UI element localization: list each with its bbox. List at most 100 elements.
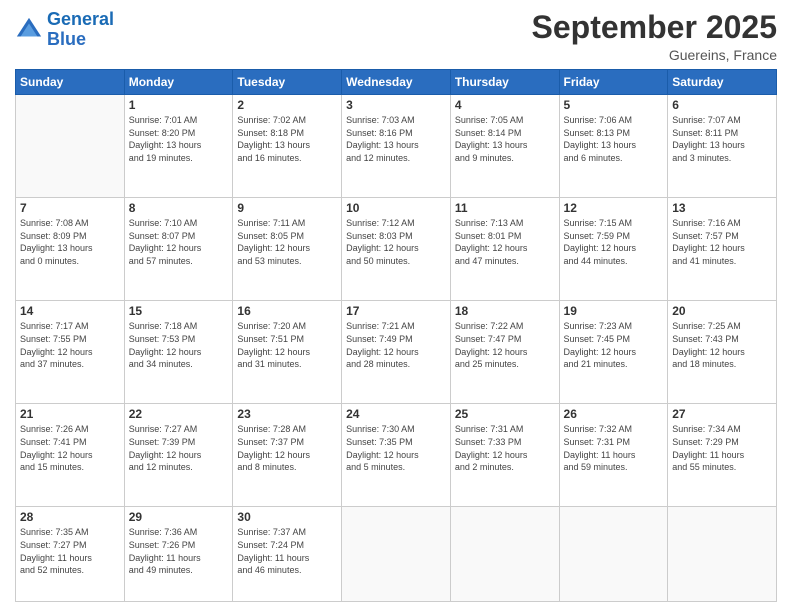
calendar-table: SundayMondayTuesdayWednesdayThursdayFrid… bbox=[15, 69, 777, 602]
day-number: 25 bbox=[455, 407, 555, 421]
page: General Blue September 2025 Guereins, Fr… bbox=[0, 0, 792, 612]
day-cell: 8Sunrise: 7:10 AM Sunset: 8:07 PM Daylig… bbox=[124, 198, 233, 301]
header: General Blue September 2025 Guereins, Fr… bbox=[15, 10, 777, 63]
day-info: Sunrise: 7:11 AM Sunset: 8:05 PM Dayligh… bbox=[237, 217, 337, 267]
day-number: 19 bbox=[564, 304, 664, 318]
day-info: Sunrise: 7:05 AM Sunset: 8:14 PM Dayligh… bbox=[455, 114, 555, 164]
day-info: Sunrise: 7:03 AM Sunset: 8:16 PM Dayligh… bbox=[346, 114, 446, 164]
day-number: 17 bbox=[346, 304, 446, 318]
day-cell: 6 Sunrise: 7:07 AM Sunset: 8:11 PM Daylig… bbox=[668, 95, 777, 198]
day-number: 18 bbox=[455, 304, 555, 318]
day-cell bbox=[668, 507, 777, 602]
day-cell: 23 Sunrise: 7:28 AM Sunset: 7:37 PM Dayli… bbox=[233, 404, 342, 507]
day-info: Sunrise: 7:25 AM Sunset: 7:43 PM Dayligh… bbox=[672, 320, 772, 370]
day-info: Sunrise: 7:17 AM Sunset: 7:55 PM Dayligh… bbox=[20, 320, 120, 370]
title-block: September 2025 Guereins, France bbox=[532, 10, 777, 63]
day-number: 4 bbox=[455, 98, 555, 112]
day-info: Sunrise: 7:23 AM Sunset: 7:45 PM Dayligh… bbox=[564, 320, 664, 370]
day-number: 22 bbox=[129, 407, 229, 421]
day-number: 20 bbox=[672, 304, 772, 318]
day-number: 10 bbox=[346, 201, 446, 215]
day-info: Sunrise: 7:20 AM Sunset: 7:51 PM Dayligh… bbox=[237, 320, 337, 370]
logo-line2: Blue bbox=[47, 29, 86, 49]
day-info: Sunrise: 7:12 AM Sunset: 8:03 PM Dayligh… bbox=[346, 217, 446, 267]
week-row-1: 7Sunrise: 7:08 AM Sunset: 8:09 PM Daylig… bbox=[16, 198, 777, 301]
day-cell bbox=[16, 95, 125, 198]
day-number: 23 bbox=[237, 407, 337, 421]
day-cell: 21 Sunrise: 7:26 AM Sunset: 7:41 PM Dayli… bbox=[16, 404, 125, 507]
col-header-friday: Friday bbox=[559, 70, 668, 95]
day-cell: 26 Sunrise: 7:32 AM Sunset: 7:31 PM Dayli… bbox=[559, 404, 668, 507]
col-header-wednesday: Wednesday bbox=[342, 70, 451, 95]
day-number: 11 bbox=[455, 201, 555, 215]
day-number: 30 bbox=[237, 510, 337, 524]
day-cell: 25 Sunrise: 7:31 AM Sunset: 7:33 PM Dayli… bbox=[450, 404, 559, 507]
day-cell: 30 Sunrise: 7:37 AM Sunset: 7:24 PM Dayli… bbox=[233, 507, 342, 602]
day-cell: 7Sunrise: 7:08 AM Sunset: 8:09 PM Daylig… bbox=[16, 198, 125, 301]
col-header-saturday: Saturday bbox=[668, 70, 777, 95]
day-info: Sunrise: 7:01 AM Sunset: 8:20 PM Dayligh… bbox=[129, 114, 229, 164]
week-row-4: 28 Sunrise: 7:35 AM Sunset: 7:27 PM Dayli… bbox=[16, 507, 777, 602]
day-info: Sunrise: 7:22 AM Sunset: 7:47 PM Dayligh… bbox=[455, 320, 555, 370]
day-info: Sunrise: 7:15 AM Sunset: 7:59 PM Dayligh… bbox=[564, 217, 664, 267]
day-info: Sunrise: 7:16 AM Sunset: 7:57 PM Dayligh… bbox=[672, 217, 772, 267]
col-header-thursday: Thursday bbox=[450, 70, 559, 95]
day-info: Sunrise: 7:35 AM Sunset: 7:27 PM Dayligh… bbox=[20, 526, 120, 576]
day-number: 5 bbox=[564, 98, 664, 112]
day-info: Sunrise: 7:32 AM Sunset: 7:31 PM Dayligh… bbox=[564, 423, 664, 473]
day-number: 28 bbox=[20, 510, 120, 524]
day-cell: 28 Sunrise: 7:35 AM Sunset: 7:27 PM Dayli… bbox=[16, 507, 125, 602]
day-cell: 2 Sunrise: 7:02 AM Sunset: 8:18 PM Daylig… bbox=[233, 95, 342, 198]
day-info: Sunrise: 7:30 AM Sunset: 7:35 PM Dayligh… bbox=[346, 423, 446, 473]
header-row: SundayMondayTuesdayWednesdayThursdayFrid… bbox=[16, 70, 777, 95]
day-info: Sunrise: 7:08 AM Sunset: 8:09 PM Dayligh… bbox=[20, 217, 120, 267]
day-number: 6 bbox=[672, 98, 772, 112]
day-number: 3 bbox=[346, 98, 446, 112]
day-cell: 19 Sunrise: 7:23 AM Sunset: 7:45 PM Dayli… bbox=[559, 301, 668, 404]
col-header-sunday: Sunday bbox=[16, 70, 125, 95]
day-info: Sunrise: 7:06 AM Sunset: 8:13 PM Dayligh… bbox=[564, 114, 664, 164]
day-info: Sunrise: 7:36 AM Sunset: 7:26 PM Dayligh… bbox=[129, 526, 229, 576]
day-info: Sunrise: 7:10 AM Sunset: 8:07 PM Dayligh… bbox=[129, 217, 229, 267]
day-cell bbox=[559, 507, 668, 602]
day-number: 15 bbox=[129, 304, 229, 318]
day-cell bbox=[342, 507, 451, 602]
day-cell: 11Sunrise: 7:13 AM Sunset: 8:01 PM Dayli… bbox=[450, 198, 559, 301]
day-cell: 20 Sunrise: 7:25 AM Sunset: 7:43 PM Dayli… bbox=[668, 301, 777, 404]
day-info: Sunrise: 7:37 AM Sunset: 7:24 PM Dayligh… bbox=[237, 526, 337, 576]
day-info: Sunrise: 7:07 AM Sunset: 8:11 PM Dayligh… bbox=[672, 114, 772, 164]
calendar-title: September 2025 bbox=[532, 10, 777, 45]
day-number: 21 bbox=[20, 407, 120, 421]
day-number: 13 bbox=[672, 201, 772, 215]
week-row-3: 21 Sunrise: 7:26 AM Sunset: 7:41 PM Dayli… bbox=[16, 404, 777, 507]
day-number: 16 bbox=[237, 304, 337, 318]
day-info: Sunrise: 7:21 AM Sunset: 7:49 PM Dayligh… bbox=[346, 320, 446, 370]
day-cell bbox=[450, 507, 559, 602]
day-cell: 18 Sunrise: 7:22 AM Sunset: 7:47 PM Dayli… bbox=[450, 301, 559, 404]
day-cell: 13 Sunrise: 7:16 AM Sunset: 7:57 PM Dayli… bbox=[668, 198, 777, 301]
day-number: 12 bbox=[564, 201, 664, 215]
day-cell: 27Sunrise: 7:34 AM Sunset: 7:29 PM Dayli… bbox=[668, 404, 777, 507]
day-info: Sunrise: 7:28 AM Sunset: 7:37 PM Dayligh… bbox=[237, 423, 337, 473]
day-cell: 14 Sunrise: 7:17 AM Sunset: 7:55 PM Dayli… bbox=[16, 301, 125, 404]
day-cell: 22 Sunrise: 7:27 AM Sunset: 7:39 PM Dayli… bbox=[124, 404, 233, 507]
day-info: Sunrise: 7:02 AM Sunset: 8:18 PM Dayligh… bbox=[237, 114, 337, 164]
day-info: Sunrise: 7:26 AM Sunset: 7:41 PM Dayligh… bbox=[20, 423, 120, 473]
day-info: Sunrise: 7:27 AM Sunset: 7:39 PM Dayligh… bbox=[129, 423, 229, 473]
col-header-monday: Monday bbox=[124, 70, 233, 95]
day-info: Sunrise: 7:31 AM Sunset: 7:33 PM Dayligh… bbox=[455, 423, 555, 473]
week-row-2: 14 Sunrise: 7:17 AM Sunset: 7:55 PM Dayli… bbox=[16, 301, 777, 404]
logo-icon bbox=[15, 16, 43, 44]
day-cell: 15Sunrise: 7:18 AM Sunset: 7:53 PM Dayli… bbox=[124, 301, 233, 404]
col-header-tuesday: Tuesday bbox=[233, 70, 342, 95]
day-number: 26 bbox=[564, 407, 664, 421]
day-cell: 1Sunrise: 7:01 AM Sunset: 8:20 PM Daylig… bbox=[124, 95, 233, 198]
day-cell: 9 Sunrise: 7:11 AM Sunset: 8:05 PM Daylig… bbox=[233, 198, 342, 301]
day-cell: 3 Sunrise: 7:03 AM Sunset: 8:16 PM Daylig… bbox=[342, 95, 451, 198]
day-number: 14 bbox=[20, 304, 120, 318]
day-cell: 10 Sunrise: 7:12 AM Sunset: 8:03 PM Dayli… bbox=[342, 198, 451, 301]
day-number: 9 bbox=[237, 201, 337, 215]
day-number: 2 bbox=[237, 98, 337, 112]
day-cell: 29Sunrise: 7:36 AM Sunset: 7:26 PM Dayli… bbox=[124, 507, 233, 602]
day-number: 27 bbox=[672, 407, 772, 421]
